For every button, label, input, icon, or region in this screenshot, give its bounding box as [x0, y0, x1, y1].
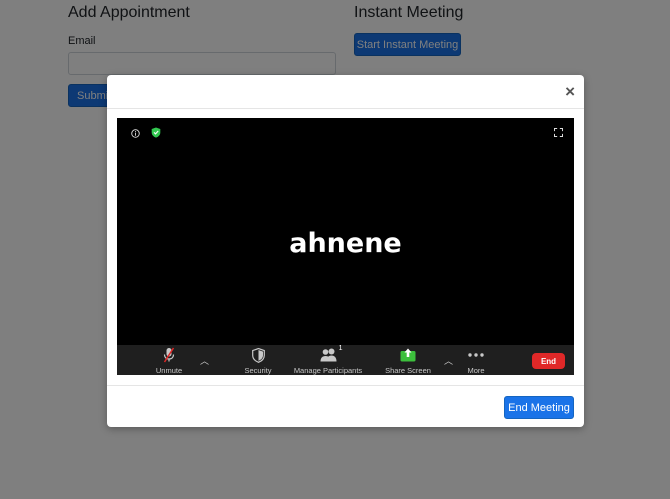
manage-participants-button[interactable]: 1 Manage Participants [293, 345, 363, 375]
meeting-modal: × ahnene Unmute ︿ Security 1 Manage Part… [107, 75, 584, 427]
close-icon[interactable]: × [565, 82, 575, 102]
encryption-shield-icon[interactable] [151, 127, 161, 138]
end-meeting-button[interactable]: End Meeting [504, 396, 574, 419]
audio-options-chevron-icon[interactable]: ︿ [200, 354, 209, 367]
share-options-chevron-icon[interactable]: ︿ [444, 354, 453, 367]
security-button[interactable]: Security [243, 345, 273, 375]
fullscreen-icon[interactable] [554, 128, 563, 137]
end-call-button[interactable]: End [532, 353, 565, 369]
manage-participants-label: Manage Participants [293, 366, 363, 375]
more-button[interactable]: More [464, 345, 488, 375]
share-screen-icon [400, 347, 416, 363]
share-screen-button[interactable]: Share Screen [385, 345, 431, 375]
video-area: ahnene Unmute ︿ Security 1 Manage Partic… [117, 118, 574, 375]
more-label: More [467, 366, 485, 375]
participant-name: ahnene [289, 228, 402, 259]
security-shield-icon [251, 347, 265, 363]
participant-count: 1 [338, 345, 343, 352]
modal-header: × [107, 75, 584, 109]
modal-footer: End Meeting [107, 385, 584, 427]
unmute-label: Unmute [155, 366, 183, 375]
share-screen-label: Share Screen [385, 366, 431, 375]
unmute-button[interactable]: Unmute [154, 345, 184, 375]
more-dots-icon [468, 347, 484, 363]
security-label: Security [244, 366, 272, 375]
participants-icon: 1 [320, 345, 343, 363]
info-icon[interactable] [131, 129, 140, 138]
meeting-toolbar: Unmute ︿ Security 1 Manage Participants … [117, 345, 574, 375]
muted-mic-icon [163, 347, 175, 363]
